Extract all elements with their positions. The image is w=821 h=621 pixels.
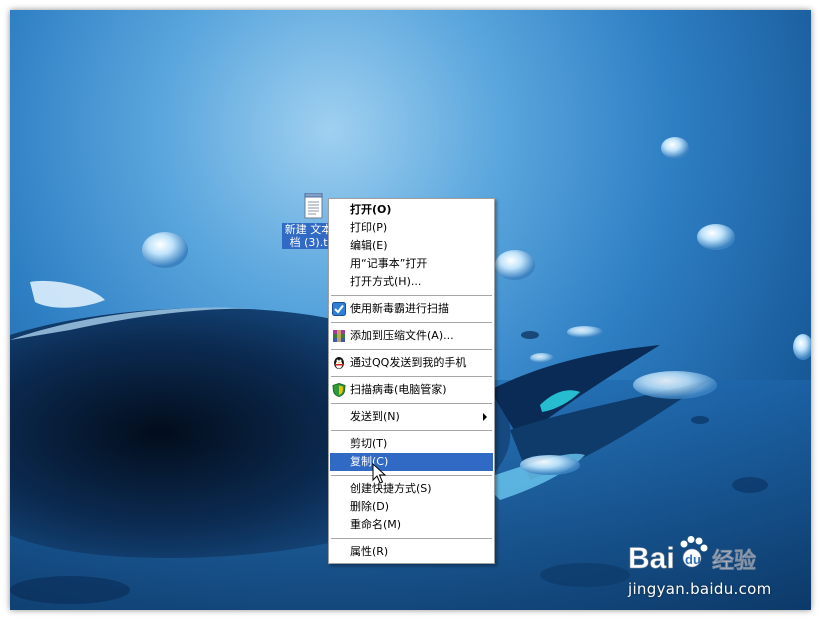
menu-item-delete[interactable]: 删除(D) [330, 498, 493, 516]
menu-separator [331, 322, 492, 323]
menu-item-print[interactable]: 打印(P) [330, 219, 493, 237]
menu-item-open-with-notepad[interactable]: 用“记事本”打开 [330, 255, 493, 273]
menu-item-label: 使用新毒霸进行扫描 [350, 302, 449, 315]
menu-item-create-shortcut[interactable]: 创建快捷方式(S) [330, 480, 493, 498]
menu-item-rename[interactable]: 重命名(M) [330, 516, 493, 534]
menu-separator [331, 475, 492, 476]
menu-item-copy[interactable]: 复制(C) [330, 453, 493, 471]
tencent-guard-icon [332, 382, 346, 398]
mouse-cursor-icon [372, 463, 386, 484]
menu-separator [331, 376, 492, 377]
watermark-suffix: 经验 [712, 548, 756, 574]
menu-item-label: 重命名(M) [350, 518, 402, 531]
menu-item-cut[interactable]: 剪切(T) [330, 435, 493, 453]
menu-separator [331, 403, 492, 404]
qq-penguin-icon [332, 356, 346, 370]
watermark-brand-du: du [685, 552, 701, 567]
menu-item-open-with[interactable]: 打开方式(H)... [330, 273, 493, 291]
menu-item-label: 打开方式(H)... [350, 275, 422, 288]
submenu-arrow-icon [483, 413, 487, 421]
menu-item-label: 打印(P) [350, 221, 388, 234]
menu-separator [331, 295, 492, 296]
menu-item-label: 发送到(N) [350, 410, 400, 423]
menu-item-label: 编辑(E) [350, 239, 388, 252]
menu-item-edit[interactable]: 编辑(E) [330, 237, 493, 255]
menu-item-send-via-qq[interactable]: 通过QQ发送到我的手机 [330, 354, 493, 372]
menu-item-open[interactable]: 打开(O) [330, 201, 493, 219]
baidu-logo-icon: Bai du 经验 [628, 536, 756, 575]
winrar-icon [332, 329, 346, 343]
menu-item-send-to[interactable]: 发送到(N) [330, 408, 493, 426]
menu-item-label: 添加到压缩文件(A)... [350, 329, 454, 342]
menu-item-duba-scan[interactable]: 使用新毒霸进行扫描 [330, 300, 493, 318]
text-file-icon [304, 192, 324, 219]
watermark-url: jingyan.baidu.com [628, 580, 772, 598]
duba-shield-icon [332, 302, 346, 316]
menu-item-properties[interactable]: 属性(R) [330, 543, 493, 561]
menu-item-label: 通过QQ发送到我的手机 [350, 356, 467, 369]
menu-separator [331, 349, 492, 350]
menu-item-add-to-archive[interactable]: 添加到压缩文件(A)... [330, 327, 493, 345]
menu-item-label: 删除(D) [350, 500, 390, 513]
menu-item-label: 用“记事本”打开 [350, 257, 428, 270]
baidu-jingyan-watermark: Bai du 经验 jingyan.baidu.com [624, 528, 784, 608]
menu-item-label: 创建快捷方式(S) [350, 482, 432, 495]
menu-item-label: 扫描病毒(电脑管家) [350, 383, 447, 396]
menu-separator [331, 538, 492, 539]
menu-separator [331, 430, 492, 431]
menu-item-label: 属性(R) [350, 545, 389, 558]
context-menu: 打开(O) 打印(P) 编辑(E) 用“记事本”打开 打开方式(H)... 使用… [328, 198, 495, 564]
menu-item-label: 打开(O) [350, 203, 392, 216]
watermark-brand: Bai [628, 542, 675, 575]
menu-item-label: 剪切(T) [350, 437, 388, 450]
menu-item-scan-virus-guard[interactable]: 扫描病毒(电脑管家) [330, 381, 493, 399]
screenshot-frame: 新建 文本文档 (3).txt 打开(O) 打印(P) 编辑(E) 用“记事本”… [0, 0, 821, 621]
